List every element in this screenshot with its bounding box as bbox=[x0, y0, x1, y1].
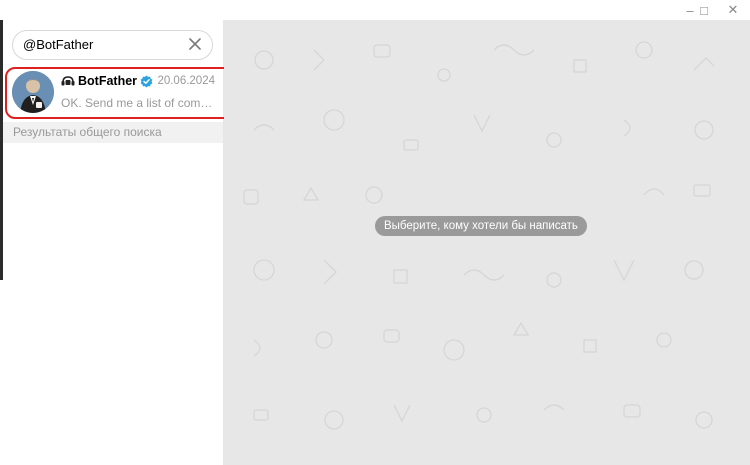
close-icon: ✕ bbox=[727, 2, 739, 17]
search-box bbox=[12, 30, 213, 60]
clear-search-icon[interactable] bbox=[186, 35, 204, 53]
search-input[interactable] bbox=[23, 37, 183, 52]
highlight-annotation bbox=[5, 67, 251, 119]
chat-background-pattern bbox=[243, 41, 715, 430]
close-window-button[interactable]: ✕ bbox=[719, 0, 747, 20]
select-chat-hint: Выберите, кому хотели бы написать bbox=[375, 216, 587, 236]
global-search-results-label: Результаты общего поиска bbox=[13, 125, 162, 139]
maximize-icon: □ bbox=[700, 2, 708, 18]
title-bar: – □ ✕ bbox=[0, 0, 750, 20]
chat-area: Выберите, кому хотели бы написать bbox=[224, 20, 750, 465]
maximize-button[interactable]: □ bbox=[690, 0, 718, 20]
global-search-results-header: Результаты общего поиска bbox=[3, 122, 223, 143]
